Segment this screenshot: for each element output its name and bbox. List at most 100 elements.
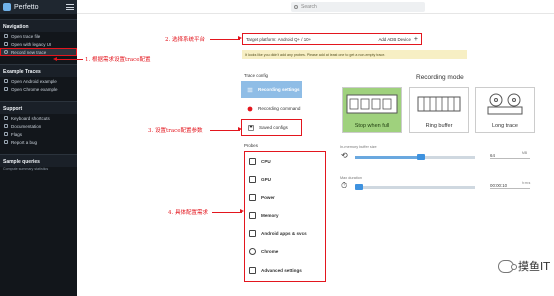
android-icon: [249, 230, 256, 237]
gpu-icon: [249, 176, 256, 183]
watermark-text: 摸鱼IT: [518, 260, 550, 273]
top-bar: Search: [77, 0, 554, 14]
search-input[interactable]: Search: [301, 4, 317, 10]
emoji-flags-icon: [4, 132, 8, 136]
app-title: Perfetto: [14, 3, 39, 11]
duration-slider-thumb[interactable]: [354, 184, 363, 190]
max-duration-label: Max duration: [340, 176, 362, 180]
target-platform-label: Target platform:: [246, 36, 277, 42]
nav-recording-command[interactable]: Recording command: [241, 100, 302, 117]
sidebar-item-open-trace-file[interactable]: Open trace file: [0, 32, 77, 40]
sidebar-item-android-example[interactable]: Open Android example: [0, 77, 77, 85]
sidebar-item-report-bug[interactable]: Report a bug: [0, 138, 77, 146]
annotation-2: 2. 选择系统平台: [165, 37, 205, 43]
timer-icon: ⏱: [341, 181, 348, 190]
annotation-1: 1. 根据需求设置trace配置: [85, 57, 151, 63]
sidebar-item-record-new-trace[interactable]: Record new trace: [0, 48, 77, 56]
wechat-icon: [498, 259, 517, 273]
annotation-1-arrow: [55, 59, 83, 60]
buffer-slider-fill: [355, 156, 421, 159]
target-platform-select[interactable]: Android Q+ / 10+: [278, 37, 311, 42]
probe-power[interactable]: Power: [249, 190, 275, 205]
nav-item-label: Saved configs: [259, 125, 288, 130]
description-icon: [4, 79, 8, 83]
probe-memory[interactable]: Memory: [249, 208, 279, 223]
sidebar: Perfetto Navigation Open trace file Open…: [0, 0, 77, 296]
annotation-3-arrow: [210, 129, 240, 131]
annotation-1-arrowhead: [53, 56, 57, 61]
sidebar-item-chrome-example[interactable]: Open Chrome example: [0, 85, 77, 93]
probes-label: Probes: [244, 143, 258, 148]
power-icon: [249, 194, 256, 201]
description-icon: [4, 87, 8, 91]
search-box[interactable]: Search: [291, 2, 425, 12]
probe-label: Memory: [261, 213, 279, 218]
folder-icon: [4, 42, 8, 46]
annotation-4-arrow: [212, 211, 242, 213]
save-icon: [248, 124, 254, 131]
mode-label: Ring buffer: [425, 122, 453, 129]
mode-stop-when-full[interactable]: Stop when full: [342, 87, 402, 133]
probe-cpu[interactable]: CPU: [249, 154, 271, 169]
probe-label: GPU: [261, 177, 271, 182]
probe-label: Power: [261, 195, 275, 200]
mode-ring-buffer[interactable]: Ring buffer: [409, 87, 469, 133]
sidebar-section-example-traces[interactable]: Example Traces: [0, 64, 77, 77]
buffer-slider-track[interactable]: [355, 156, 475, 159]
recording-mode-title: Recording mode: [416, 74, 464, 81]
settings-icon: [249, 267, 256, 274]
sidebar-header: Perfetto: [0, 0, 77, 14]
perfetto-logo-icon: [3, 3, 11, 11]
watermark: 摸鱼IT: [498, 258, 550, 274]
sidebar-section-support[interactable]: Support: [0, 101, 77, 114]
annotation-4-arrowhead: [240, 209, 244, 213]
nav-recording-settings[interactable]: Recording settings: [241, 81, 302, 98]
annotation-3-arrowhead: [238, 127, 242, 131]
buffer-size-label: In-memory buffer size: [340, 145, 377, 149]
sidebar-item-documentation[interactable]: Documentation: [0, 122, 77, 130]
memory-icon: [249, 212, 256, 219]
sidebar-item-open-legacy-ui[interactable]: Open with legacy UI: [0, 40, 77, 48]
sidebar-section-subtitle: Compute summary statistics: [3, 167, 49, 171]
record-icon: [247, 106, 253, 111]
cpu-icon: [249, 158, 256, 165]
help-icon: [4, 124, 8, 128]
sidebar-item-keyboard-shortcuts[interactable]: Keyboard shortcuts: [0, 114, 77, 122]
search-icon: [294, 5, 298, 9]
probe-label: Android apps & svcs: [261, 231, 307, 236]
duration-slider-track[interactable]: [355, 186, 475, 189]
stop-when-full-icon: [346, 94, 398, 113]
sidebar-section-sample-queries[interactable]: Sample queries: [0, 154, 77, 167]
nav-saved-configs[interactable]: Saved configs: [241, 119, 302, 136]
sidebar-item-label: Flags: [11, 131, 23, 137]
add-icon: +: [413, 35, 418, 43]
long-trace-icon: [487, 93, 523, 114]
sidebar-item-label: Documentation: [11, 123, 42, 129]
probe-label: CPU: [261, 159, 271, 164]
sidebar-item-label: Open with legacy UI: [11, 41, 52, 47]
probe-label: Chrome: [261, 249, 279, 254]
probe-gpu[interactable]: GPU: [249, 172, 271, 187]
annotation-2-arrowhead: [238, 36, 242, 40]
duration-unit: h:m:s: [522, 181, 531, 185]
trace-config-label: Trace config: [244, 73, 268, 78]
mode-label: Long trace: [492, 122, 518, 129]
sidebar-section-navigation[interactable]: Navigation: [0, 19, 77, 32]
sidebar-item-label: Open trace file: [11, 33, 41, 39]
sidebar-item-flags[interactable]: Flags: [0, 130, 77, 138]
hamburger-menu-icon[interactable]: [66, 4, 74, 10]
probe-label: Advanced settings: [261, 268, 302, 273]
folder-icon: [4, 34, 8, 38]
probe-chrome[interactable]: Chrome: [249, 244, 278, 259]
probe-advanced-settings[interactable]: Advanced settings: [249, 263, 302, 278]
buffer-slider-thumb[interactable]: [417, 154, 425, 160]
probe-android-apps[interactable]: Android apps & svcs: [249, 226, 307, 241]
add-adb-device-button[interactable]: Add ADB Device +: [378, 36, 418, 43]
sidebar-item-label: Open Chrome example: [11, 86, 58, 92]
annotation-4: 4. 具体配置需求: [168, 210, 208, 216]
mode-long-trace[interactable]: Long trace: [475, 87, 535, 133]
record-icon: [4, 50, 8, 54]
annotation-2-arrow: [210, 38, 240, 40]
annotation-3: 3. 设置trace配置参数: [148, 128, 203, 134]
sidebar-item-label: Keyboard shortcuts: [11, 115, 50, 121]
